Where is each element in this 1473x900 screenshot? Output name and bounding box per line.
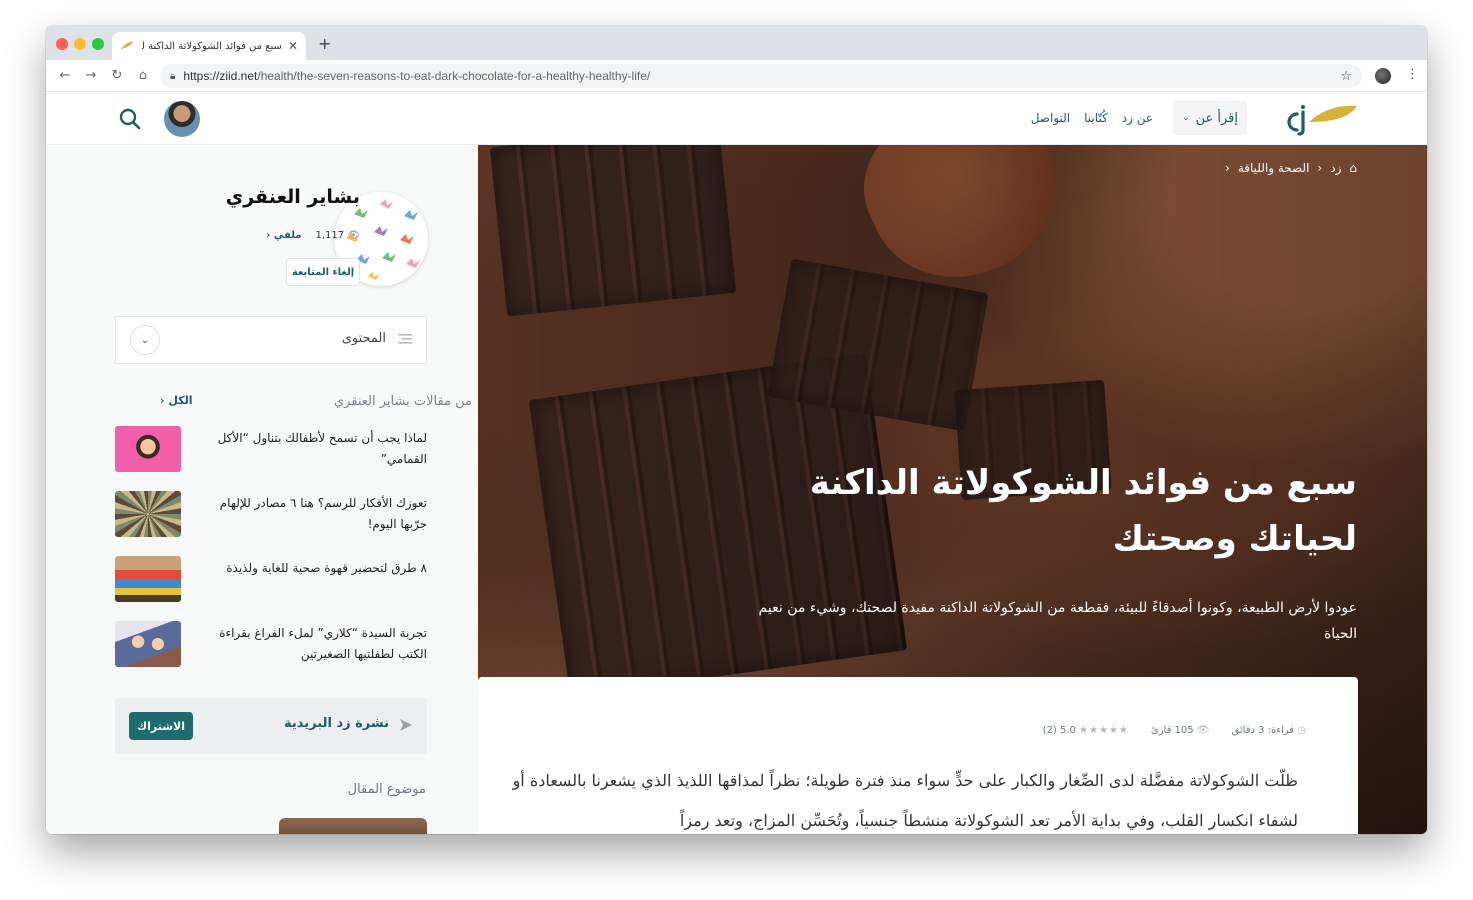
article-title[interactable]: تعوزك الأفكار للرسم؟ هنا ٦ مصادر للإلهام…: [207, 493, 427, 535]
header-nav: التواصل كُتّابنا عن زد: [1031, 111, 1153, 125]
user-avatar[interactable]: [164, 101, 200, 137]
chevron-left-icon: ‹: [1317, 161, 1323, 175]
eye-icon: 👁︎: [1196, 725, 1210, 736]
views-count: 1,117: [315, 230, 345, 241]
chevron-down-icon: ⌄: [1182, 113, 1190, 123]
more-articles-list: لماذا يجب أن تسمح لأطفالك بتناول “الأكل …: [115, 426, 427, 686]
article-title[interactable]: ٨ طرق لتحضير قهوة صحية للغاية ولذيذة: [207, 558, 427, 579]
toc-label: المحتوى: [341, 331, 386, 346]
bookmark-star-icon[interactable]: ☆: [1340, 69, 1352, 84]
newsletter-box: نشرة زد البريدية الاشتراك: [115, 698, 427, 754]
address-bar[interactable]: 🔒︎ https://ziid.net/health/the-seven-rea…: [160, 64, 1362, 88]
breadcrumb: ⌂ زد ‹ الصحة واللياقة ‹: [1225, 161, 1357, 175]
subscribe-button[interactable]: الاشتراك: [129, 712, 193, 740]
profile-link[interactable]: ملفي ‹: [266, 230, 301, 241]
star-rating-icon[interactable]: ★★★★★: [1079, 725, 1129, 736]
sidebar: بشاير العنقري 👁︎ 1,117 ملفي ‹ إلغاء المت…: [46, 146, 478, 834]
view-all-link[interactable]: الكل ‹: [160, 394, 193, 409]
browser-menu-icon[interactable]: ⋮: [1406, 67, 1419, 82]
nav-link-contact[interactable]: التواصل: [1031, 111, 1070, 125]
article-thumbnail[interactable]: [115, 491, 181, 537]
close-window-button[interactable]: [56, 38, 68, 50]
article-card: ◷ قراءة: 3 دقائق 👁︎ 105 قارئ ★★★★★ 5.0 (…: [478, 677, 1358, 834]
toc-toggle-button[interactable]: ⌄: [130, 325, 160, 355]
topic-image[interactable]: [279, 818, 427, 834]
more-articles-header: من مقالات بشاير العنقري الكل ‹: [160, 394, 472, 409]
breadcrumb-category[interactable]: الصحة واللياقة: [1238, 161, 1310, 175]
table-of-contents[interactable]: المحتوى ⌄: [115, 316, 427, 364]
article-title[interactable]: لماذا يجب أن تسمح لأطفالك بتناول “الأكل …: [207, 428, 427, 470]
clock-icon: ◷: [1297, 725, 1306, 736]
read-about-label: إقرأ عن: [1195, 110, 1238, 126]
author-name[interactable]: بشاير العنقري: [226, 186, 360, 208]
home-icon[interactable]: ⌂: [130, 68, 156, 83]
article-meta: ◷ قراءة: 3 دقائق 👁︎ 105 قارئ ★★★★★ 5.0 (…: [1043, 725, 1306, 736]
tab-title: سبع من فوائد الشوكولاتة الداكنة لحياتك و…: [142, 40, 282, 52]
lock-icon: 🔒︎: [170, 70, 176, 82]
list-item[interactable]: ٨ طرق لتحضير قهوة صحية للغاية ولذيذة: [115, 556, 427, 620]
ziid-favicon-icon: [121, 41, 133, 49]
browser-window: سبع من فوائد الشوكولاتة الداكنة لحياتك و…: [46, 26, 1427, 834]
send-icon: [400, 719, 412, 731]
search-icon[interactable]: [118, 107, 142, 131]
article-thumbnail[interactable]: [115, 556, 181, 602]
browser-profile-avatar[interactable]: [1375, 68, 1391, 84]
views-stat: 👁︎ 1,117: [315, 230, 360, 241]
chevron-left-icon: ‹: [1225, 161, 1230, 175]
maximize-window-button[interactable]: [92, 38, 104, 50]
list-item[interactable]: تجربة السيدة “كلاري” لملء الفراغ بقراءة …: [115, 621, 427, 685]
list-icon: [398, 334, 412, 344]
forward-icon[interactable]: →: [78, 68, 104, 83]
ziid-logo[interactable]: [1269, 100, 1359, 138]
breadcrumb-home[interactable]: زد: [1330, 161, 1341, 175]
nav-link-writers[interactable]: كُتّابنا: [1084, 111, 1108, 125]
article-thumbnail[interactable]: [115, 426, 181, 472]
list-item[interactable]: لماذا يجب أن تسمح لأطفالك بتناول “الأكل …: [115, 426, 427, 490]
back-icon[interactable]: ←: [52, 68, 78, 83]
url-text: https://ziid.net/health/the-seven-reason…: [183, 69, 651, 83]
page-title: سبع من فوائد الشوكولاتة الداكنة لحياتك و…: [809, 463, 1357, 559]
rating[interactable]: ★★★★★ 5.0 (2): [1043, 725, 1129, 736]
list-item[interactable]: تعوزك الأفكار للرسم؟ هنا ٦ مصادر للإلهام…: [115, 491, 427, 555]
close-tab-icon[interactable]: ✕: [288, 39, 298, 53]
article-thumbnail[interactable]: [115, 621, 181, 667]
tab-bar: سبع من فوائد الشوكولاتة الداكنة لحياتك و…: [46, 26, 1427, 60]
article-body: ظلّت الشوكولاتة مفضَّلة لدى الصِّغار وال…: [512, 771, 1298, 830]
author-stats: 👁︎ 1,117 ملفي ‹: [266, 230, 360, 241]
browser-tab[interactable]: سبع من فوائد الشوكولاتة الداكنة لحياتك و…: [112, 32, 306, 60]
unfollow-button[interactable]: إلغاء المتابعة: [286, 258, 360, 286]
reload-icon[interactable]: ↻: [104, 68, 130, 83]
eye-icon: 👁︎: [347, 230, 360, 241]
topic-label: موضوع المقال: [347, 782, 426, 797]
page-subtitle: عودوا لأرض الطبيعة، وكونوا أصدقاءً للبيئ…: [758, 600, 1357, 642]
new-tab-button[interactable]: +: [318, 34, 331, 53]
site-header: ⌄ إقرأ عن التواصل كُتّابنا عن زد: [46, 93, 1427, 145]
more-articles-title: من مقالات بشاير العنقري: [333, 394, 472, 409]
chevron-left-icon: ‹: [266, 230, 271, 241]
browser-toolbar: ← → ↻ ⌂ 🔒︎ https://ziid.net/health/the-s…: [46, 60, 1427, 92]
home-icon[interactable]: ⌂: [1349, 161, 1357, 175]
read-about-dropdown[interactable]: ⌄ إقرأ عن: [1173, 101, 1247, 135]
newsletter-label: نشرة زد البريدية: [284, 716, 389, 731]
chevron-down-icon: ⌄: [140, 334, 150, 346]
reading-time: ◷ قراءة: 3 دقائق: [1231, 725, 1306, 736]
nav-link-about[interactable]: عن زد: [1122, 111, 1153, 125]
minimize-window-button[interactable]: [74, 38, 86, 50]
readers-count: 👁︎ 105 قارئ: [1150, 725, 1210, 736]
article-title[interactable]: تجربة السيدة “كلاري” لملء الفراغ بقراءة …: [207, 623, 427, 665]
